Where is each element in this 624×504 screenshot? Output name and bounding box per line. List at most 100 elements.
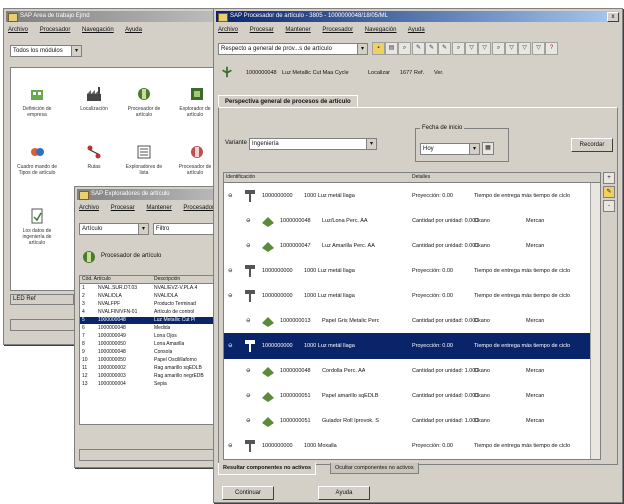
menu-item[interactable]: Procesador <box>40 27 71 33</box>
item-processor-icon[interactable] <box>189 144 205 160</box>
filter-icon[interactable]: ▽ <box>518 42 531 55</box>
help-button[interactable]: Ayuda <box>318 486 370 500</box>
chevron-down-icon[interactable]: ▾ <box>138 224 148 234</box>
factory-icon[interactable] <box>86 86 102 102</box>
tree-expander-icon[interactable]: ⊖ <box>246 208 251 234</box>
main-window-titlebar[interactable]: SAP Procesador de artículo - 3805 - 1000… <box>216 11 620 22</box>
tree-row[interactable]: ⊖ 1000000000 1000 Luz metál llaga Proyecció… <box>224 283 600 309</box>
tree-row[interactable]: ⊖ 1000000047 Luz Amarilla Perc. AA Cantidad… <box>224 233 600 259</box>
item-filter-field[interactable]: Artículo ▾ <box>79 223 149 235</box>
list-explorer-icon[interactable] <box>136 144 152 160</box>
tree-expander-icon[interactable]: ⊖ <box>228 183 233 209</box>
help-icon[interactable]: ? <box>545 42 558 55</box>
table-row[interactable]: 2 NVAL/DLA NVAL/DLA <box>80 293 230 300</box>
tree-row[interactable]: ⊖ 1000000051 Guiador Roll Iprovok. S Cantid… <box>224 408 600 434</box>
tree-expander-icon[interactable]: ⊖ <box>246 233 251 259</box>
edit-icon[interactable]: ✎ <box>438 42 451 55</box>
edit-icon[interactable]: ✎ <box>412 42 425 55</box>
table-row[interactable]: 10 1000000050 Papel Oscilillaforno <box>80 357 230 364</box>
column-header[interactable]: Descripción <box>154 276 180 283</box>
dashboard-icon[interactable] <box>29 144 45 160</box>
menu-item[interactable]: Procesador <box>183 205 214 211</box>
edit-icon[interactable]: ✎ <box>425 42 438 55</box>
print-icon[interactable]: ▤ <box>385 42 398 55</box>
filter-icon[interactable]: ▽ <box>532 42 545 55</box>
tree-expander-icon[interactable]: ⊖ <box>246 308 251 334</box>
routes-icon[interactable] <box>86 144 102 160</box>
table-row[interactable]: 7 1000000049 Lona Ojos <box>80 333 230 340</box>
view-selector[interactable]: Respecto a general de prov...s de artícu… <box>218 43 368 55</box>
tree-row[interactable]: ⊖ 1000000000 1000 Luz metál llaga Proyecció… <box>224 183 600 209</box>
tree-row[interactable]: ⊖ 1000000000 1000 Moxalla Proyección: 0.00 T… <box>224 433 600 459</box>
table-row[interactable]: 1 NVAL.SUR.DT.03 NVAL/EVZ-V.PLA.4 <box>80 285 230 292</box>
table-row[interactable]: 11 1000000002 Rag amarillo sqEDLB <box>80 365 230 372</box>
bottom-tab-show[interactable]: Resultar componentes no activos <box>218 463 317 475</box>
tree-row[interactable]: ⊖ 1000000000 1000 Luz metál llaga Proyecció… <box>224 333 600 359</box>
mid-window-titlebar[interactable]: SAP Exploradores de artículo <box>77 189 233 200</box>
tree-row[interactable]: ⊖ 1000000013 Papel Gris Metalic Perc Cantid… <box>224 308 600 334</box>
vertical-scrollbar[interactable] <box>590 183 600 459</box>
tree-row[interactable]: ⊖ 1000000048 Cordolla Perc. AA Cantidad por… <box>224 358 600 384</box>
continue-button[interactable]: Continuar <box>222 486 274 500</box>
menu-item[interactable]: Navegación <box>365 27 397 33</box>
chevron-down-icon[interactable]: ▾ <box>366 139 376 149</box>
save-icon[interactable]: ▪ <box>372 42 385 55</box>
engineering-data-icon[interactable] <box>29 208 45 224</box>
tree-expander-icon[interactable]: ⊖ <box>228 433 233 459</box>
find-icon[interactable]: ⌕ <box>452 42 465 55</box>
table-row[interactable]: 13 1000000004 Sepia <box>80 381 230 388</box>
edit-icon[interactable]: ✎ <box>603 186 615 198</box>
menu-item[interactable]: Archivo <box>79 205 99 211</box>
menu-item[interactable]: Procesar <box>250 27 274 33</box>
tree-expander-icon[interactable]: ⊖ <box>228 258 233 284</box>
back-window-titlebar[interactable]: SAP Area de trabajo Ejmd <box>6 11 228 22</box>
chevron-down-icon[interactable]: ▾ <box>71 46 81 56</box>
refresh-button[interactable]: Recordar <box>571 138 613 152</box>
item-explorer-icon[interactable] <box>189 86 205 102</box>
expand-icon[interactable]: + <box>603 172 615 184</box>
table-row[interactable]: 3 NVALFPF Producto Terminad <box>80 301 230 308</box>
filter-icon[interactable]: ▽ <box>505 42 518 55</box>
menu-item[interactable]: Mantener <box>285 27 310 33</box>
chevron-down-icon[interactable]: ▾ <box>357 44 367 54</box>
tree-row[interactable]: ⊖ 1000000000 1000 Luz metál llaga Proyecció… <box>224 258 600 284</box>
tree-row[interactable]: ⊖ 1000000051 Papel amarillo sqEDLB Cantidad… <box>224 383 600 409</box>
column-header[interactable]: Identificación <box>226 173 255 182</box>
find-icon[interactable]: ⌕ <box>492 42 505 55</box>
item-processor-icon[interactable] <box>136 86 152 102</box>
filter-icon[interactable]: ▽ <box>478 42 491 55</box>
collapse-icon[interactable]: - <box>603 200 615 212</box>
date-selector[interactable]: Hoy ▾ <box>420 143 480 155</box>
table-row[interactable]: 5 1000000048 Luz Metallic Cut Pl <box>80 317 230 324</box>
menu-item[interactable]: Ayuda <box>408 27 425 33</box>
menu-item[interactable]: Navegación <box>82 27 114 33</box>
tree-expander-icon[interactable]: ⊖ <box>228 333 233 359</box>
company-icon[interactable] <box>29 86 45 102</box>
menu-item[interactable]: Procesar <box>111 205 135 211</box>
menu-item[interactable]: Procesador <box>322 27 353 33</box>
table-row[interactable]: 6 1000000048 Medida <box>80 325 230 332</box>
module-selector[interactable]: Todos los módulos ▾ <box>10 45 82 57</box>
find-icon[interactable]: ⌕ <box>398 42 411 55</box>
chevron-down-icon[interactable]: ▾ <box>469 144 479 154</box>
table-row[interactable]: 12 1000000003 Rag amarillo negrEDB <box>80 373 230 380</box>
table-row[interactable]: 8 1000000050 Lona Amarilla <box>80 341 230 348</box>
column-header[interactable]: Cód. Artículo <box>82 276 111 283</box>
menu-item[interactable]: Archivo <box>218 27 238 33</box>
tree-expander-icon[interactable]: ⊖ <box>246 358 251 384</box>
filter-icon[interactable]: ▽ <box>465 42 478 55</box>
close-icon[interactable]: x <box>607 12 619 22</box>
table-row[interactable]: 4 NVALFIN/VFN-01 Artículo de control <box>80 309 230 316</box>
menu-item[interactable]: Mantener <box>146 205 171 211</box>
tree-row[interactable]: ⊖ 1000000048 Luz/Lona Perc. AA Cantidad por… <box>224 208 600 234</box>
menu-item[interactable]: Archivo <box>8 27 28 33</box>
tree-expander-icon[interactable]: ⊖ <box>228 283 233 309</box>
menu-item[interactable]: Ayuda <box>125 27 142 33</box>
table-row[interactable]: 9 1000000048 Consola <box>80 349 230 356</box>
tree-expander-icon[interactable]: ⊖ <box>246 383 251 409</box>
calendar-icon[interactable]: ▦ <box>482 142 494 155</box>
bottom-tab-hide[interactable]: Ocultar componentes no activos <box>330 463 419 474</box>
tree-expander-icon[interactable]: ⊖ <box>246 408 251 434</box>
variant-selector[interactable]: Ingeniería ▾ <box>249 138 377 150</box>
column-header[interactable]: Detalles <box>412 173 430 182</box>
